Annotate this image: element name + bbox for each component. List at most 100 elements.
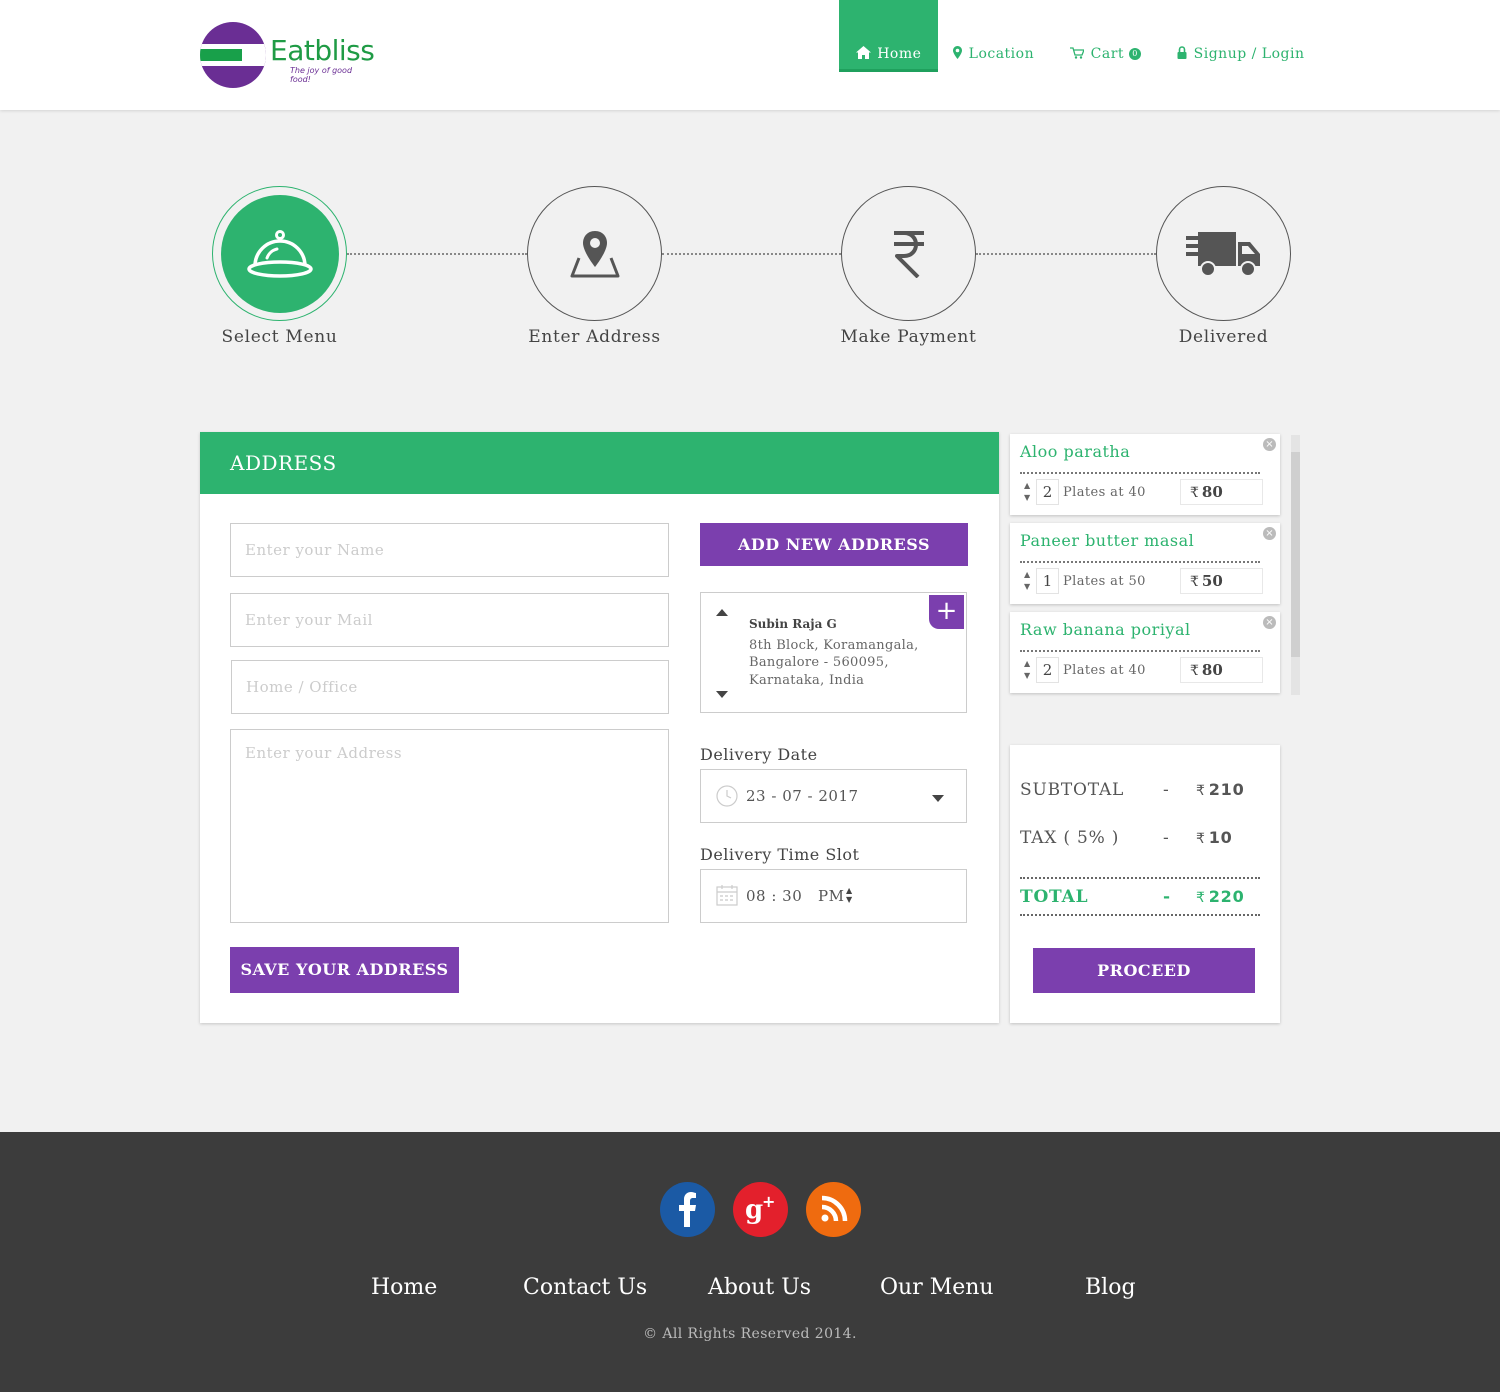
nav-cart[interactable]: Cart 0 (1070, 0, 1141, 72)
name-placeholder: Enter your Name (245, 541, 385, 559)
rupee-icon: ₹ (1196, 831, 1206, 847)
lock-icon (1177, 46, 1192, 62)
step-delivered[interactable]: Delivered (1156, 186, 1291, 347)
remove-item-icon[interactable]: × (1263, 527, 1276, 540)
proceed-button[interactable]: PROCEED (1033, 948, 1255, 993)
saved-address-line: Karnataka, India (749, 673, 865, 688)
remove-item-icon[interactable]: × (1263, 438, 1276, 451)
saved-address-line: Bangalore - 560095, (749, 655, 889, 670)
panel-title: ADDRESS (200, 432, 999, 494)
rupee-icon: ₹ (1190, 574, 1199, 590)
clock-icon (716, 785, 738, 807)
address-placeholder: Enter your Address (245, 744, 403, 762)
site-footer: g + Home Contact Us About Us Our Menu Blo… (0, 1132, 1500, 1392)
email-input[interactable]: Enter your Mail (230, 593, 669, 647)
delivery-date-select[interactable]: 23 - 07 - 2017 (700, 769, 967, 823)
map-marker-icon (953, 46, 967, 62)
step-connector (662, 253, 841, 255)
step-enter-address[interactable]: Enter Address (527, 186, 662, 347)
cart-item-plates: Plates at 40 (1063, 663, 1146, 678)
tax-value: 10 (1208, 828, 1233, 847)
qty-stepper[interactable]: ▲ ▼ (1024, 569, 1030, 593)
footer-link-contact[interactable]: Contact Us (523, 1275, 647, 1300)
cart-item-qty[interactable]: 1 (1036, 568, 1059, 594)
nav-location-label: Location (968, 46, 1035, 62)
rupee-icon: ₹ (1190, 663, 1199, 679)
delivery-time-value: 08 : 30 (746, 887, 803, 905)
google-plus-icon[interactable]: g + (733, 1182, 788, 1237)
name-input[interactable]: Enter your Name (230, 523, 669, 577)
facebook-icon[interactable] (660, 1182, 715, 1237)
subtotal-label: SUBTOTAL (1020, 780, 1125, 800)
total-row: TOTAL - ₹220 (1020, 887, 1270, 907)
svg-text:g: g (745, 1195, 763, 1225)
ampm-stepper[interactable]: ▲ ▼ (846, 886, 852, 904)
step-label: Enter Address (528, 327, 661, 347)
footer-link-home[interactable]: Home (371, 1275, 437, 1300)
saved-address-line: 8th Block, Koramangala, (749, 638, 919, 653)
qty-stepper[interactable]: ▲ ▼ (1024, 658, 1030, 682)
subtotal-row: SUBTOTAL - ₹210 (1020, 780, 1270, 800)
address-textarea[interactable]: Enter your Address (230, 729, 669, 923)
cart-item-qty[interactable]: 2 (1036, 657, 1059, 683)
address-panel: ADDRESS Enter your Name Enter your Mail … (200, 432, 999, 1023)
cart-icon (1070, 47, 1089, 62)
step-circle (212, 186, 347, 321)
total-value: 220 (1208, 887, 1245, 906)
subtotal-value: 210 (1208, 780, 1245, 799)
qty-stepper[interactable]: ▲ ▼ (1024, 480, 1030, 504)
email-placeholder: Enter your Mail (245, 611, 373, 629)
tax-label: TAX ( 5% ) (1020, 828, 1120, 848)
saved-address-card[interactable]: Subin Raja G 8th Block, Koramangala, Ban… (700, 592, 967, 713)
address-scroll-down-icon[interactable] (716, 691, 728, 698)
tax-row: TAX ( 5% ) - ₹10 (1020, 828, 1270, 848)
nav-home[interactable]: Home (839, 0, 938, 72)
home-icon (855, 46, 876, 62)
address-type-input[interactable]: Home / Office (231, 660, 669, 714)
svg-text:+: + (762, 1192, 775, 1211)
remove-item-icon[interactable]: × (1263, 616, 1276, 629)
step-select-menu[interactable]: Select Menu (212, 186, 347, 347)
nav-signup-label: Signup / Login (1193, 46, 1305, 62)
order-summary: SUBTOTAL - ₹210 TAX ( 5% ) - ₹10 TOTAL -… (1010, 745, 1280, 1023)
logo-mark (200, 22, 266, 88)
cart-item-name: Raw banana poriyal (1020, 620, 1191, 639)
delivery-time-select[interactable]: 08 : 30 PM ▲ ▼ (700, 869, 967, 923)
step-label: Delivered (1178, 327, 1269, 347)
total-label: TOTAL (1020, 887, 1089, 907)
delivery-date-value: 23 - 07 - 2017 (746, 787, 859, 805)
cart-item: Aloo paratha × ▲ ▼ 2 Plates at 40 ₹80 (1010, 434, 1280, 515)
separator: - (1163, 780, 1170, 800)
address-scroll-up-icon[interactable] (716, 609, 728, 616)
cloche-icon (246, 229, 313, 278)
delivery-date-label: Delivery Date (700, 745, 818, 764)
cart-item-qty[interactable]: 2 (1036, 479, 1059, 505)
footer-link-menu[interactable]: Our Menu (880, 1275, 994, 1300)
footer-link-about[interactable]: About Us (708, 1275, 811, 1300)
save-address-button[interactable]: SAVE YOUR ADDRESS (230, 947, 459, 993)
cart-item-price-value: 80 (1201, 661, 1223, 679)
nav-signup[interactable]: Signup / Login (1177, 0, 1304, 72)
step-make-payment[interactable]: Make Payment (840, 186, 976, 347)
nav-location[interactable]: Location (953, 0, 1034, 72)
step-label: Select Menu (221, 327, 338, 347)
delivery-slot-label: Delivery Time Slot (700, 845, 860, 864)
rupee-icon: ₹ (1196, 783, 1206, 799)
add-new-address-button[interactable]: ADD NEW ADDRESS (700, 523, 968, 566)
cart-item-plates: Plates at 50 (1063, 574, 1146, 589)
cart-item-name: Paneer butter masal (1020, 531, 1195, 550)
cart-item: Raw banana poriyal × ▲ ▼ 2 Plates at 40 ₹… (1010, 612, 1280, 693)
rss-icon[interactable] (806, 1182, 861, 1237)
step-label: Make Payment (840, 327, 977, 347)
step-connector (976, 253, 1156, 255)
calendar-icon (716, 885, 738, 906)
logo-name: Eatbliss (270, 34, 375, 67)
rupee-icon: ₹ (1190, 485, 1199, 501)
add-address-plus-icon[interactable]: + (929, 595, 964, 629)
site-header: Eatbliss The joy of good food! Home Loca… (0, 0, 1500, 110)
step-circle (527, 186, 662, 321)
footer-link-blog[interactable]: Blog (1085, 1275, 1136, 1300)
logo[interactable]: Eatbliss The joy of good food! (200, 20, 375, 90)
chevron-down-icon (932, 795, 944, 802)
cart-scrollbar-thumb[interactable] (1291, 452, 1300, 657)
